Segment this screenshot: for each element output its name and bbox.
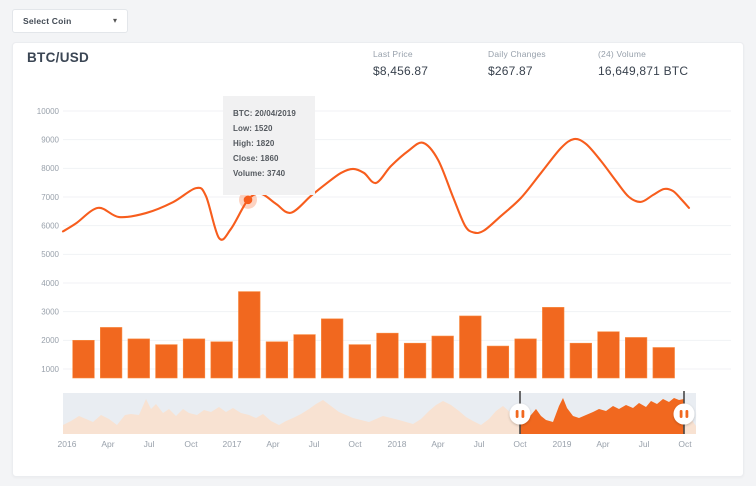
card-header: BTC/USD Last Price $8,456.87 Daily Chang… xyxy=(13,43,743,85)
volume-bar xyxy=(404,343,426,378)
volume-bar xyxy=(73,340,95,378)
stat-volume-24: (24) Volume 16,649,871 BTC xyxy=(598,49,688,78)
y-tick-label: 4000 xyxy=(41,279,59,288)
tooltip-high: High: 1820 xyxy=(233,136,305,151)
volume-bar xyxy=(349,345,371,378)
y-tick-label: 6000 xyxy=(41,221,59,230)
volume-bar xyxy=(294,335,316,378)
x-axis-label: Apr xyxy=(431,439,444,449)
volume-bar xyxy=(128,339,150,378)
volume-bar xyxy=(487,346,509,378)
pair-title: BTC/USD xyxy=(27,50,89,65)
y-tick-label: 3000 xyxy=(41,307,59,316)
volume-bar xyxy=(156,345,178,378)
volume-bar xyxy=(100,327,122,378)
y-tick-label: 1000 xyxy=(41,365,59,374)
x-axis-label: Jul xyxy=(639,439,650,449)
x-axis-label: 2017 xyxy=(223,439,242,449)
stat-value: 16,649,871 BTC xyxy=(598,64,688,78)
pause-icon xyxy=(522,410,525,418)
marker-dot xyxy=(244,196,253,205)
y-tick-label: 2000 xyxy=(41,336,59,345)
volume-bar xyxy=(570,343,592,378)
volume-bar xyxy=(377,333,399,378)
x-axis-label: 2018 xyxy=(388,439,407,449)
tooltip-volume: Volume: 3740 xyxy=(233,166,305,181)
tooltip-close: Close: 1860 xyxy=(233,151,305,166)
volume-bar xyxy=(183,339,205,378)
pause-icon xyxy=(680,410,683,418)
x-axis-label: Apr xyxy=(596,439,609,449)
y-tick-label: 10000 xyxy=(37,107,60,116)
x-axis-label: Apr xyxy=(266,439,279,449)
x-axis-label: Apr xyxy=(101,439,114,449)
tooltip-date: BTC: 20/04/2019 xyxy=(233,106,305,121)
pause-icon xyxy=(516,410,519,418)
coin-select-label: Select Coin xyxy=(23,16,72,26)
x-axis-label: 2016 xyxy=(58,439,77,449)
x-axis-label: Oct xyxy=(678,439,692,449)
crypto-dashboard: { "coin_select": { "label": "Select Coin… xyxy=(0,0,756,486)
volume-bar xyxy=(625,337,647,378)
y-tick-label: 5000 xyxy=(41,250,59,259)
volume-bar xyxy=(542,307,564,378)
stat-value: $267.87 xyxy=(488,64,546,78)
y-tick-label: 9000 xyxy=(41,135,59,144)
stat-value: $8,456.87 xyxy=(373,64,428,78)
volume-bar xyxy=(515,339,537,378)
chart-tooltip: BTC: 20/04/2019 Low: 1520 High: 1820 Clo… xyxy=(223,96,315,195)
y-tick-label: 7000 xyxy=(41,193,59,202)
brush-handle-right[interactable] xyxy=(674,404,695,425)
chart-card: BTC/USD Last Price $8,456.87 Daily Chang… xyxy=(12,42,744,477)
volume-bar xyxy=(211,342,233,378)
x-axis-label: Oct xyxy=(348,439,362,449)
volume-bar xyxy=(653,348,675,379)
x-axis-label: Jul xyxy=(144,439,155,449)
stat-daily-changes: Daily Changes $267.87 xyxy=(488,49,546,78)
x-axis-label: Jul xyxy=(474,439,485,449)
chart-area: 10000 9000 8000 7000 6000 5000 4000 3000 2000 100… xyxy=(13,85,745,478)
price-volume-chart[interactable]: 10000 9000 8000 7000 6000 5000 4000 3000 2000 100… xyxy=(13,85,745,478)
x-axis-label: Oct xyxy=(184,439,198,449)
volume-bar xyxy=(266,342,288,378)
x-axis-label: Oct xyxy=(513,439,527,449)
stat-label: Last Price xyxy=(373,49,428,59)
volume-bar xyxy=(238,292,260,378)
price-line xyxy=(63,139,689,240)
coin-select-dropdown[interactable]: Select Coin ▾ xyxy=(12,9,128,33)
pause-icon xyxy=(686,410,689,418)
stat-label: (24) Volume xyxy=(598,49,688,59)
y-tick-label: 8000 xyxy=(41,164,59,173)
volume-bar xyxy=(321,319,343,378)
tooltip-low: Low: 1520 xyxy=(233,121,305,136)
brush-handle-left[interactable] xyxy=(510,404,531,425)
volume-bar xyxy=(432,336,454,378)
x-axis-label: 2019 xyxy=(553,439,572,449)
volume-bar xyxy=(598,332,620,378)
x-axis-label: Jul xyxy=(309,439,320,449)
volume-bar xyxy=(460,316,482,378)
chevron-down-icon: ▾ xyxy=(113,17,117,25)
stat-label: Daily Changes xyxy=(488,49,546,59)
stat-last-price: Last Price $8,456.87 xyxy=(373,49,428,78)
